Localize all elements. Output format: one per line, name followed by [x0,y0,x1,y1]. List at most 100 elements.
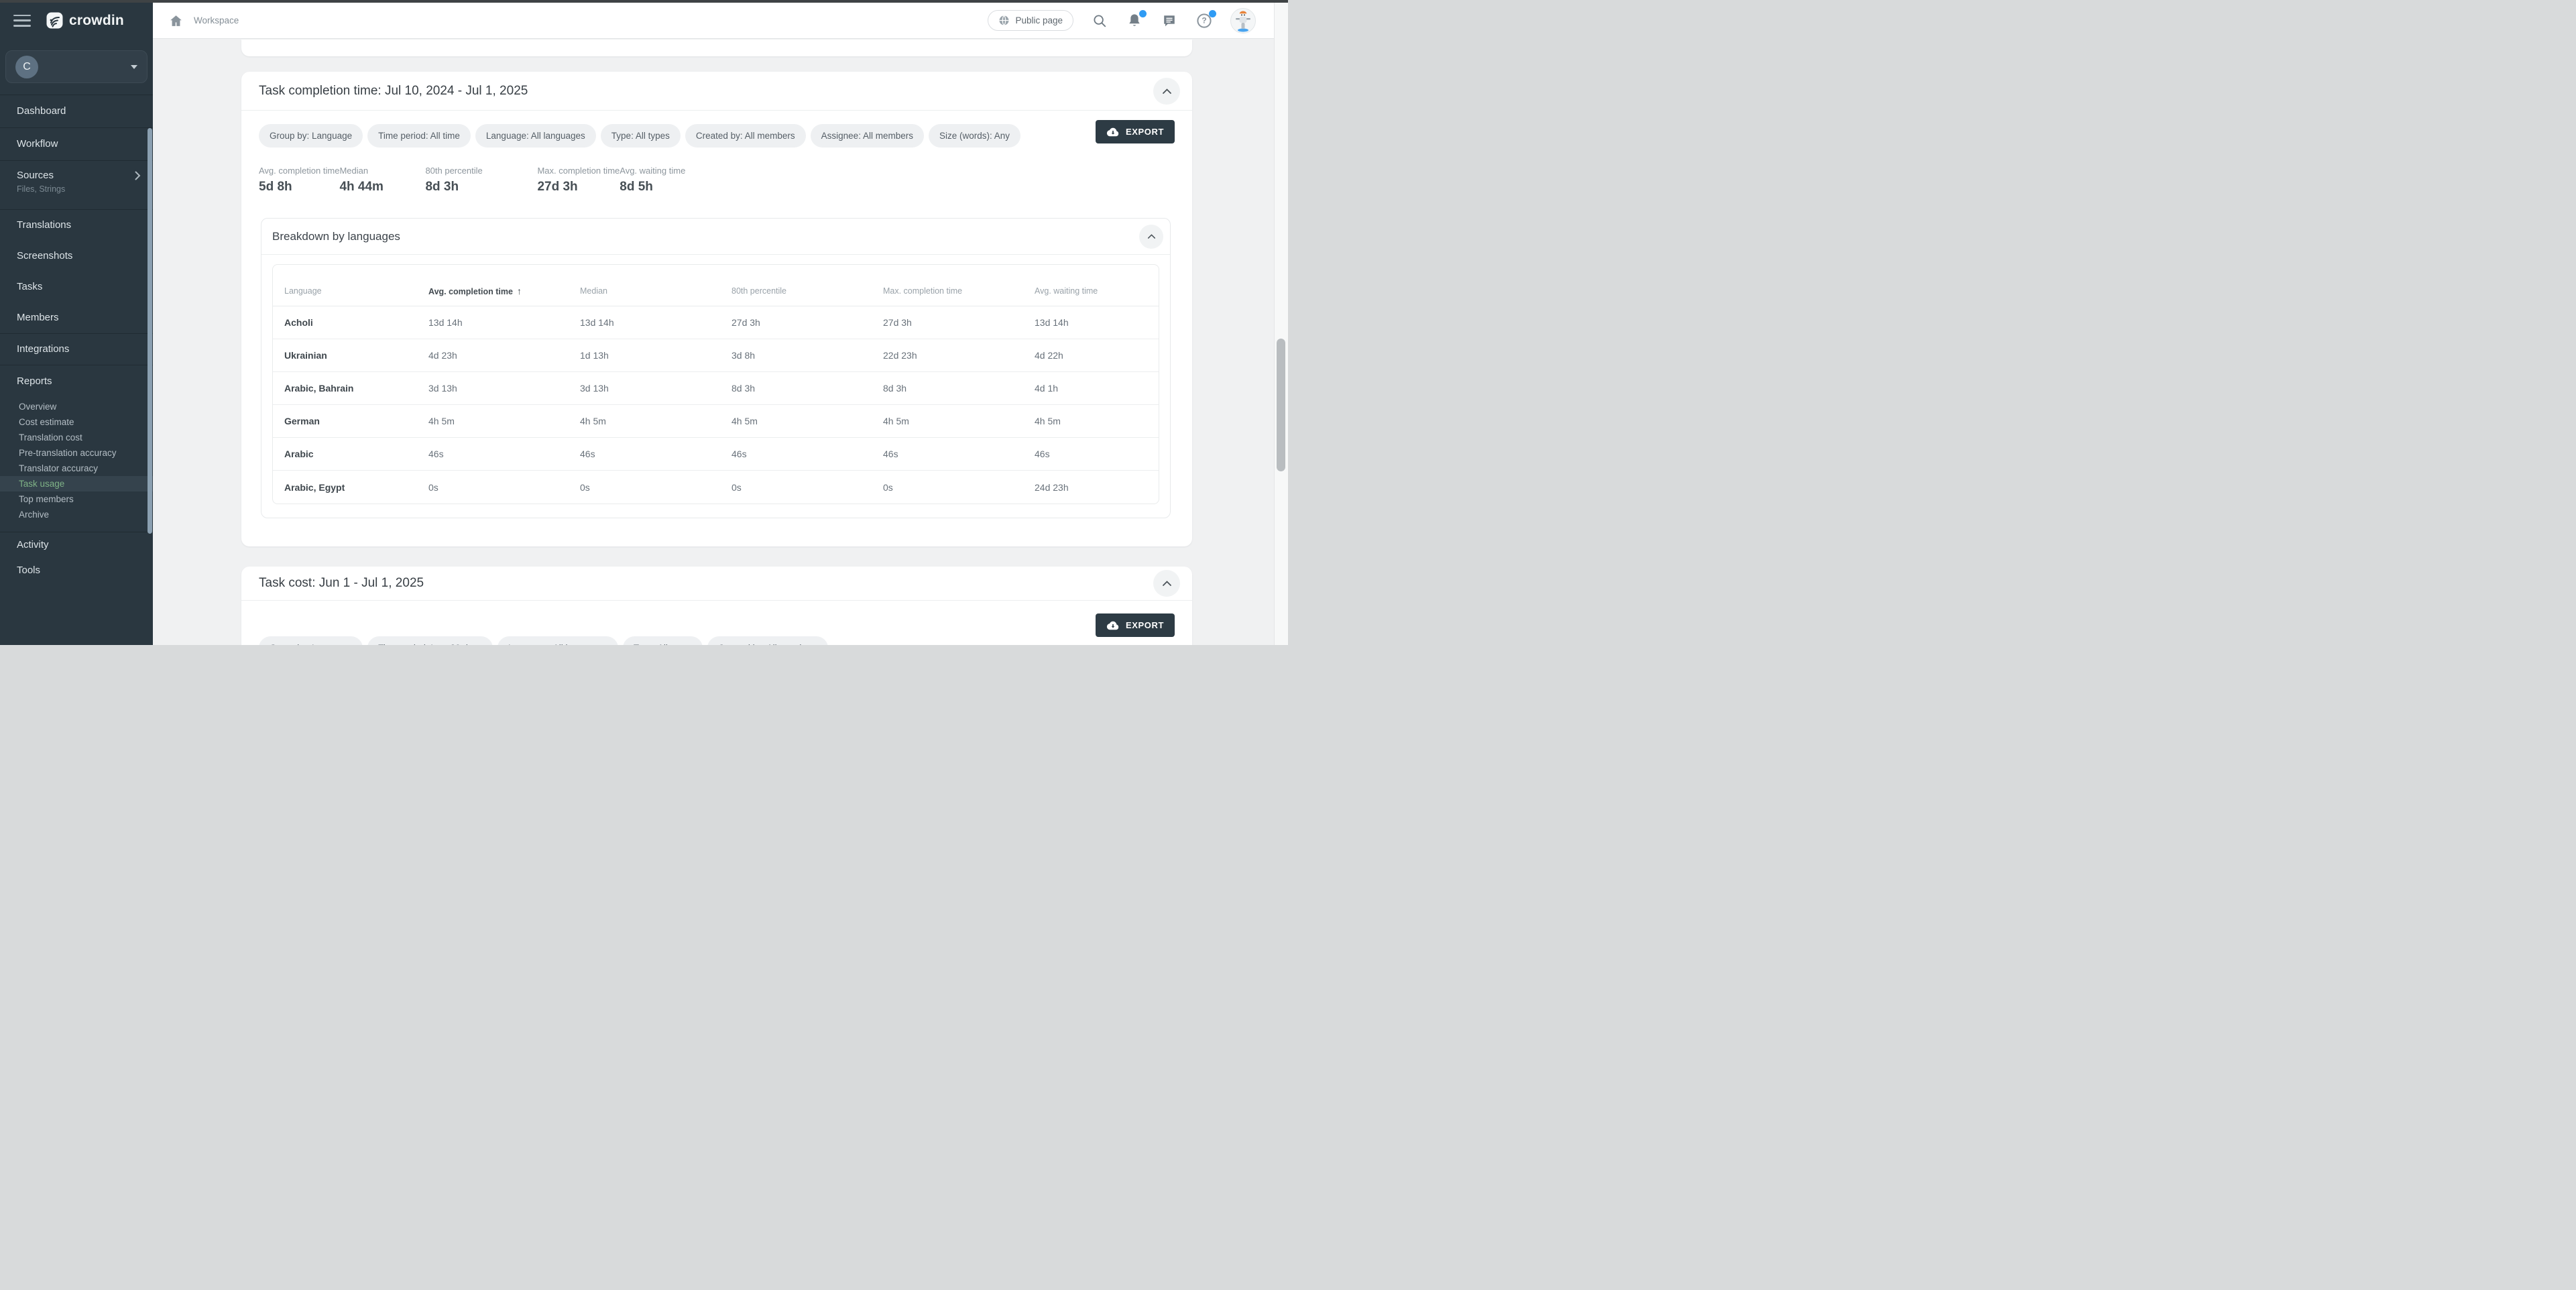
collapse-task-cost-button[interactable] [1153,570,1180,597]
stat-value: 4h 44m [339,180,425,194]
sidebar-item-screenshots[interactable]: Screenshots [0,241,153,272]
hamburger-menu-icon[interactable] [13,15,31,27]
sidebar-item-reports-pre-translation-accuracy[interactable]: Pre-translation accuracy [0,445,153,461]
value-cell: 0s [569,482,720,493]
filter-chip[interactable]: Created by: All members [707,636,828,645]
sidebar-item-workflow[interactable]: Workflow [0,128,153,160]
column-header-language[interactable]: Language [273,286,417,296]
sidebar-item-tasks[interactable]: Tasks [0,272,153,302]
value-cell: 0s [872,482,1023,493]
crowdin-logo[interactable]: crowdin [46,11,124,30]
stat-label: Max. completion time [537,166,620,176]
value-cell: 8d 3h [720,383,872,394]
filter-chip[interactable]: Created by: All members [685,124,806,148]
chevron-up-icon [1147,233,1156,239]
cloud-download-icon [1106,621,1120,630]
sidebar-item-reports-archive[interactable]: Archive [0,507,153,522]
filter-chip[interactable]: Language: All languages [475,124,596,148]
value-cell: 4d 22h [1023,350,1159,361]
column-header-avg-waiting-time[interactable]: Avg. waiting time [1023,286,1159,296]
breakdown-table: Language Avg. completion time↑ Median 80… [272,264,1159,504]
filter-chip[interactable]: Size (words): Any [929,124,1020,148]
stat-block: Median 4h 44m [339,166,425,194]
stat-block: Avg. waiting time 8d 5h [620,166,685,194]
stat-block: Avg. completion time 5d 8h [259,166,339,194]
page-scrollbar[interactable] [1274,3,1288,645]
value-cell: 13d 14h [569,317,720,328]
export-task-completion-button[interactable]: EXPORT [1096,120,1175,143]
messages-button[interactable] [1161,12,1178,30]
sidebar-item-activity[interactable]: Activity [0,532,153,558]
sidebar-item-tools[interactable]: Tools [0,558,153,583]
filter-chip[interactable]: Language: All languages [497,636,618,645]
column-header-avg-completion-time[interactable]: Avg. completion time↑ [417,286,569,296]
value-cell: 4h 5m [569,416,720,426]
search-button[interactable] [1091,12,1108,30]
cloud-download-icon [1106,127,1120,137]
export-task-cost-button[interactable]: EXPORT [1096,613,1175,637]
sort-asc-icon: ↑ [517,286,522,296]
filter-chip[interactable]: Assignee: All members [811,124,924,148]
filter-chip[interactable]: Time period: All time [367,124,471,148]
sidebar-header: crowdin [0,3,153,38]
sidebar-item-members[interactable]: Members [0,302,153,333]
robot-mascot-icon [1233,9,1253,32]
task-completion-filters: Group by: LanguageTime period: All timeL… [259,124,1175,148]
stat-label: 80th percentile [425,166,537,176]
home-button[interactable] [170,15,182,27]
home-icon [170,15,182,27]
filter-chip[interactable]: Time period: Last 30 days [367,636,493,645]
value-cell: 1d 13h [569,350,720,361]
column-header-median[interactable]: Median [569,286,720,296]
value-cell: 4h 5m [720,416,872,426]
help-button[interactable]: ? [1195,12,1213,30]
sidebar-item-reports-top-members[interactable]: Top members [0,491,153,507]
sidebar-item-dashboard[interactable]: Dashboard [0,95,153,127]
value-cell: 27d 3h [872,317,1023,328]
table-row: German 4h 5m4h 5m4h 5m4h 5m4h 5m [273,405,1159,438]
user-avatar[interactable] [1230,8,1256,34]
filter-chip[interactable]: Group by: Language [259,636,363,645]
breadcrumb: Workspace [194,15,239,25]
value-cell: 13d 14h [417,317,569,328]
sidebar-item-integrations[interactable]: Integrations [0,334,153,365]
task-cost-title: Task cost: Jun 1 - Jul 1, 2025 [259,576,424,591]
sidebar-item-sources[interactable]: Sources Files, Strings [0,161,153,209]
crowdin-wordmark: crowdin [69,13,124,29]
filter-chip[interactable]: Group by: Language [259,124,363,148]
org-switcher[interactable]: C [5,50,148,83]
collapse-breakdown-button[interactable] [1139,225,1163,249]
language-cell: Ukrainian [273,350,417,361]
sidebar-item-reports-cost-estimate[interactable]: Cost estimate [0,414,153,430]
notifications-button[interactable] [1126,12,1143,30]
sidebar-item-reports-overview[interactable]: Overview [0,399,153,414]
filter-chip[interactable]: Type: All types [623,636,703,645]
value-cell: 22d 23h [872,350,1023,361]
stat-value: 27d 3h [537,180,620,194]
crowdin-logo-icon [46,11,64,30]
chevron-up-icon [1162,88,1172,95]
column-header-80th-percentile[interactable]: 80th percentile [720,286,872,296]
language-cell: Arabic, Bahrain [273,383,417,394]
sidebar-nav: Dashboard Workflow Sources Files, String… [0,95,153,583]
table-row: Acholi 13d 14h13d 14h27d 3h27d 3h13d 14h [273,306,1159,339]
sidebar-item-reports[interactable]: Reports [0,365,153,395]
sidebar-item-reports-translator-accuracy[interactable]: Translator accuracy [0,461,153,476]
value-cell: 46s [417,449,569,459]
collapse-task-completion-button[interactable] [1153,78,1180,105]
page-scrollbar-thumb[interactable] [1277,339,1285,471]
filter-chip[interactable]: Type: All types [601,124,681,148]
public-page-button[interactable]: Public page [988,10,1073,31]
sidebar-scrollbar-thumb[interactable] [148,128,152,534]
task-cost-card: Task cost: Jun 1 - Jul 1, 2025 EXPORT Gr… [241,567,1192,645]
stat-label: Avg. waiting time [620,166,685,176]
sidebar-item-translations[interactable]: Translations [0,210,153,241]
value-cell: 27d 3h [720,317,872,328]
value-cell: 13d 14h [1023,317,1159,328]
stat-block: Max. completion time 27d 3h [537,166,620,194]
column-header-max-completion-time[interactable]: Max. completion time [872,286,1023,296]
value-cell: 0s [720,482,872,493]
sidebar-item-reports-task-usage[interactable]: Task usage [0,476,153,491]
breakdown-card: Breakdown by languages Language Avg. com… [261,218,1171,518]
sidebar-item-reports-translation-cost[interactable]: Translation cost [0,430,153,445]
